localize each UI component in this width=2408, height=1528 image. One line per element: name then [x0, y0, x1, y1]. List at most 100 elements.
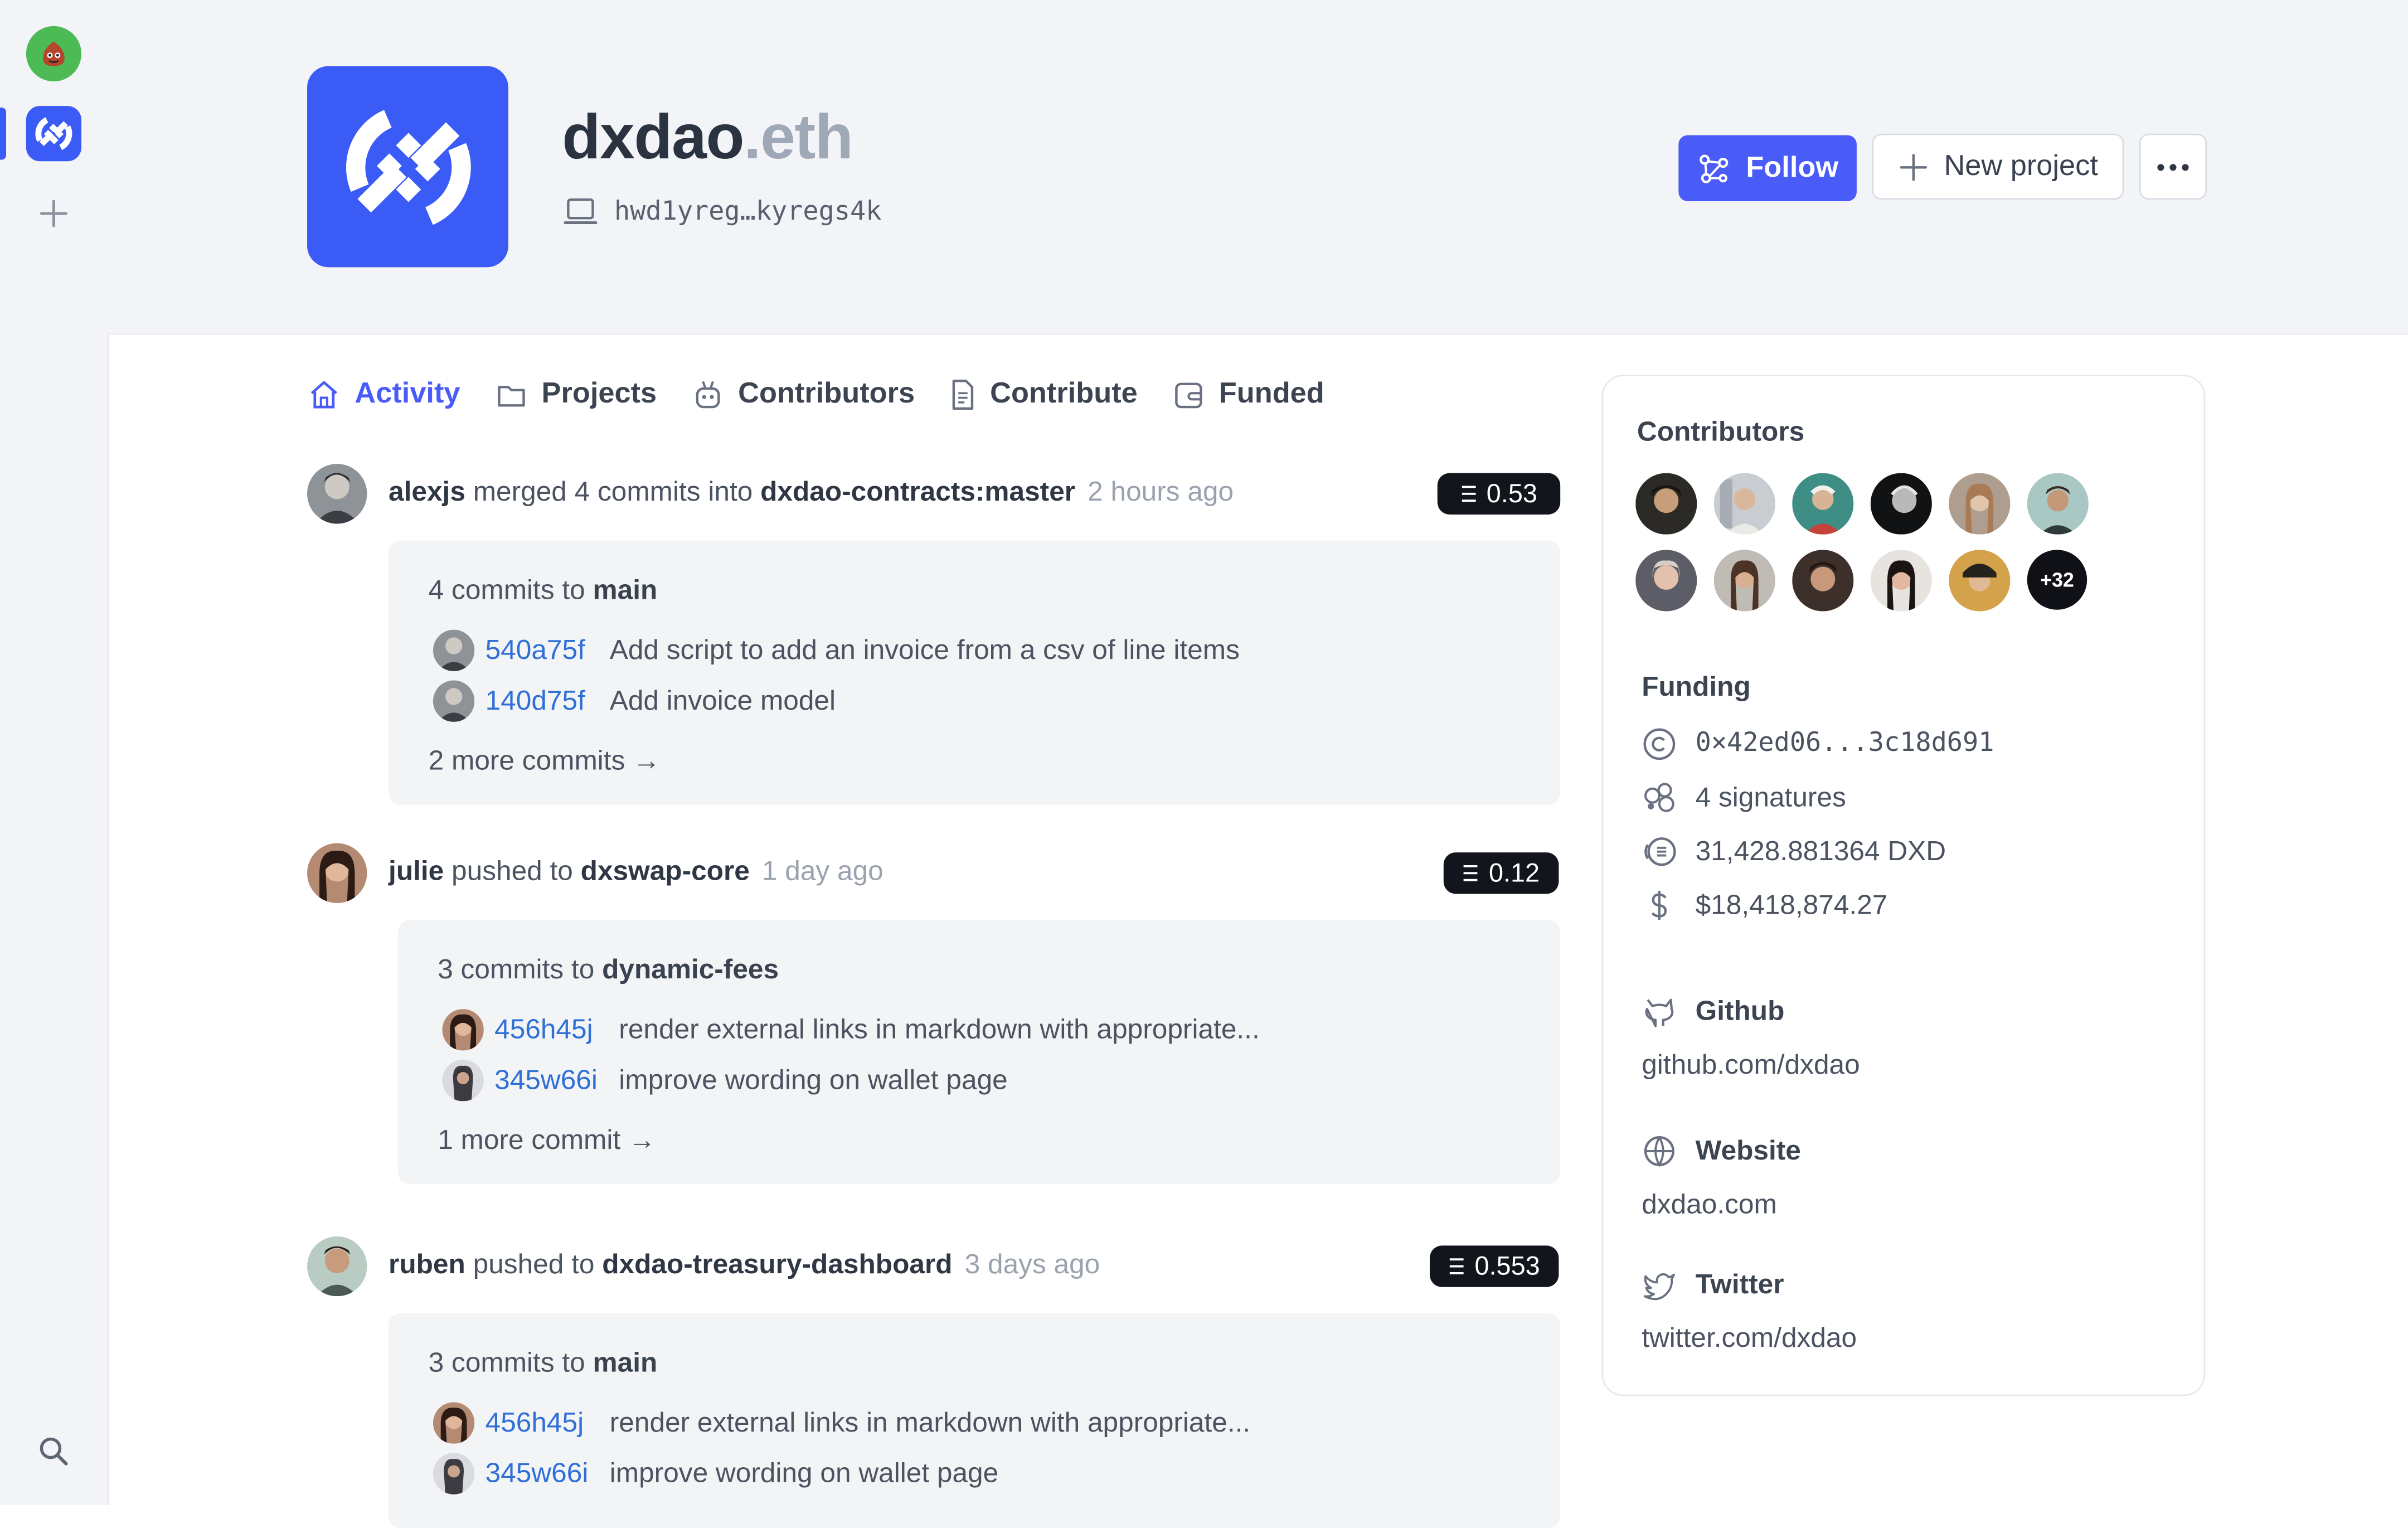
avatar [433, 629, 475, 671]
search-icon[interactable] [37, 1434, 71, 1468]
tab-projects[interactable]: Projects [494, 378, 657, 412]
event-summary: ruben pushed to dxdao-treasury-dashboard… [389, 1249, 1100, 1281]
event-target[interactable]: dxdao-contracts:master [760, 476, 1075, 507]
more-commits-link[interactable]: 2 more commits → [429, 745, 661, 777]
commit-row: 345w66i improve wording on wallet page [433, 1452, 999, 1494]
twitter-icon [1643, 1272, 1675, 1299]
tab-contribute[interactable]: Contribute [949, 378, 1138, 412]
event-user[interactable]: alexjs [389, 476, 465, 507]
event-action: pushed to [465, 1248, 603, 1279]
commit-hash[interactable]: 456h45j [486, 1406, 610, 1438]
contributor-avatar[interactable] [1949, 473, 2011, 535]
org-name-main: dxdao [562, 101, 744, 172]
github-title: Github [1642, 991, 1784, 1031]
rail-active-indicator [0, 107, 7, 160]
ethereum-icon [1464, 865, 1478, 881]
amount-badge: 0.553 [1429, 1245, 1559, 1287]
event-target[interactable]: dxswap-core [581, 856, 750, 886]
tab-funded[interactable]: Funded [1171, 378, 1324, 412]
event-user[interactable]: julie [389, 856, 444, 886]
contributor-avatar[interactable] [1635, 473, 1697, 535]
twitter-label: Twitter [1695, 1268, 1784, 1299]
event-summary: alexjs merged 4 commits into dxdao-contr… [389, 476, 1234, 508]
new-project-button[interactable]: New project [1872, 133, 2124, 200]
funding-signatures-value: 4 signatures [1695, 780, 1846, 812]
coins-icon [1644, 836, 1676, 865]
users-icon [1644, 782, 1674, 812]
event-time: 3 days ago [964, 1248, 1100, 1279]
commit-hash[interactable]: 345w66i [494, 1064, 619, 1096]
commit-message: Add script to add an invoice from a csv … [609, 633, 1240, 664]
commit-hash[interactable]: 140d75f [486, 684, 610, 716]
tab-funded-label: Funded [1218, 377, 1324, 410]
website-link[interactable]: dxdao.com [1642, 1189, 1777, 1221]
website-label: Website [1695, 1134, 1801, 1165]
more-contributors-badge[interactable]: +32 [2027, 550, 2087, 610]
dxdao-logo-icon [35, 117, 72, 151]
follow-button[interactable]: Follow [1678, 135, 1857, 201]
globe-icon [1644, 1135, 1674, 1167]
github-link[interactable]: github.com/dxdao [1642, 1049, 1860, 1081]
commit-summary-box: 3 commits to main 456h45j render externa… [389, 1313, 1561, 1528]
commit-message: render external links in markdown with a… [609, 1406, 1251, 1437]
commit-hash[interactable]: 345w66i [486, 1457, 610, 1489]
commit-hash[interactable]: 540a75f [486, 633, 610, 666]
avatar [433, 1452, 475, 1494]
avatar[interactable] [307, 843, 367, 903]
avatar[interactable] [307, 464, 367, 524]
contributor-avatar[interactable] [1792, 473, 1854, 535]
twitter-link[interactable]: twitter.com/dxdao [1642, 1322, 1857, 1355]
amount-value: 0.553 [1474, 1251, 1540, 1280]
more-commits-link[interactable]: 1 more commit → [438, 1124, 656, 1157]
tab-contributors[interactable]: Contributors [691, 378, 915, 412]
add-org-icon[interactable] [35, 195, 72, 232]
event-summary: julie pushed to dxswap-core 1 day ago [389, 856, 883, 888]
branch-name[interactable]: main [593, 574, 658, 605]
more-options-button[interactable] [2139, 133, 2207, 200]
new-project-label: New project [1944, 149, 2098, 182]
org-info-card: Contributors +32 Funding 0×42ed06...3c18… [1601, 375, 2206, 1396]
org-name-suffix: .eth [744, 101, 853, 172]
commit-message: improve wording on wallet page [609, 1457, 999, 1488]
rail-org-dxdao[interactable] [26, 106, 82, 162]
contributor-avatar[interactable] [1635, 550, 1697, 612]
contributor-avatar[interactable] [1949, 550, 2011, 612]
contributor-avatar[interactable] [1870, 473, 1932, 535]
document-icon [951, 380, 973, 410]
commit-count: 4 commits to main [429, 574, 658, 607]
amount-badge: 0.12 [1443, 852, 1559, 894]
tab-activity[interactable]: Activity [307, 378, 460, 412]
tab-activity-label: Activity [355, 377, 460, 410]
left-rail [0, 0, 109, 1505]
contributor-avatar[interactable] [1792, 550, 1854, 612]
avatar [433, 680, 475, 721]
laptop-icon [564, 198, 598, 224]
avatar[interactable] [307, 1236, 367, 1297]
activity-event: ruben pushed to dxdao-treasury-dashboard… [307, 1236, 1561, 1528]
funding-address-value[interactable]: 0×42ed06...3c18d691 [1696, 728, 1994, 759]
event-time: 2 hours ago [1088, 476, 1234, 507]
event-target[interactable]: dxdao-treasury-dashboard [602, 1249, 952, 1279]
event-action: merged 4 commits into [465, 476, 761, 507]
commit-row: 456h45j render external links in markdow… [433, 1401, 1251, 1443]
commit-count: 3 commits to dynamic-fees [438, 954, 779, 986]
amount-value: 0.53 [1486, 478, 1537, 508]
org-name: dxdao.eth [562, 101, 853, 173]
user-avatar[interactable] [26, 26, 82, 82]
contributor-avatar[interactable] [1713, 473, 1775, 535]
github-icon [1645, 998, 1674, 1027]
commit-row: 456h45j render external links in markdow… [442, 1008, 1260, 1050]
commit-message: Add invoice model [609, 684, 836, 715]
contributor-avatar[interactable] [1870, 550, 1932, 612]
commit-summary-box: 4 commits to main 540a75f Add script to … [389, 540, 1561, 805]
avatar [442, 1008, 484, 1050]
event-user[interactable]: ruben [389, 1249, 465, 1279]
contributor-avatar[interactable] [1713, 550, 1775, 612]
org-id-text: hwd1yreg…kyregs4k [614, 196, 882, 227]
branch-name[interactable]: main [593, 1347, 658, 1377]
commit-hash[interactable]: 456h45j [494, 1013, 619, 1045]
commit-summary-box: 3 commits to dynamic-fees 456h45j render… [397, 920, 1561, 1185]
branch-name[interactable]: dynamic-fees [602, 954, 779, 984]
amount-badge: 0.53 [1437, 473, 1561, 515]
contributor-avatar[interactable] [2027, 473, 2089, 535]
